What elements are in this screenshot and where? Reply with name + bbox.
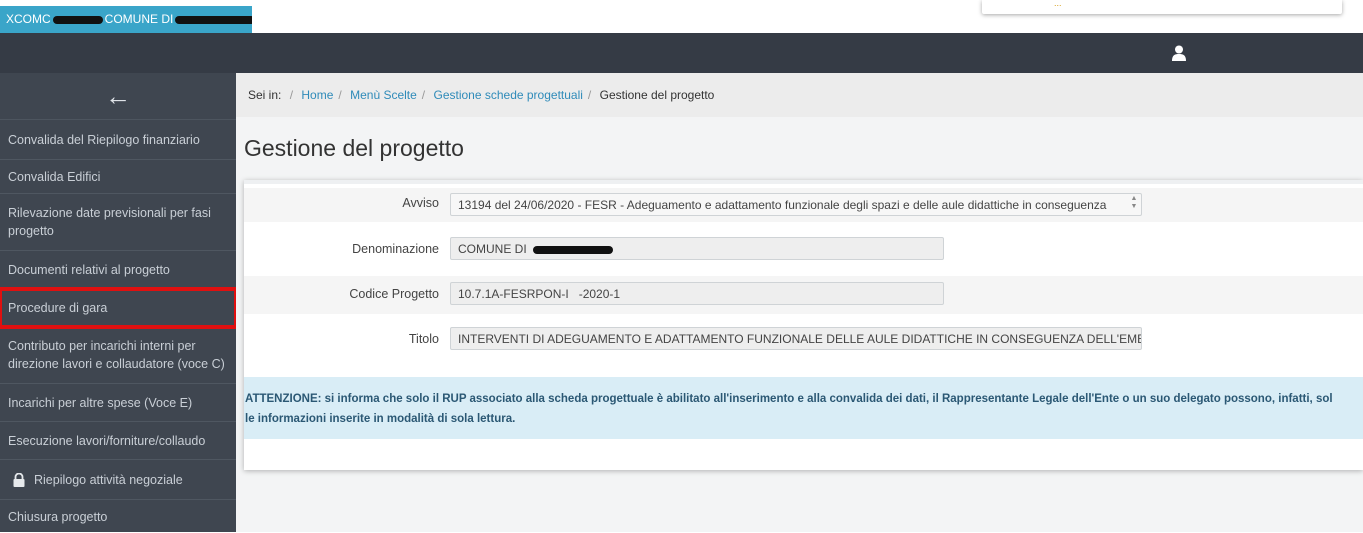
sidebar-item-label: Riepilogo attività negoziale — [34, 472, 183, 487]
titolo-label: Titolo — [408, 332, 439, 346]
school-tab[interactable]: XCOMC COMUNE DI — [0, 6, 252, 33]
codice-field[interactable]: 10.7.1A-FESRPON-I -2020-1 — [450, 282, 944, 305]
redaction — [52, 15, 103, 24]
breadcrumb-link-gestione-schede[interactable]: Gestione schede progettuali — [433, 88, 582, 102]
breadcrumb-link-home[interactable]: Home — [301, 88, 333, 102]
sidebar-item-label: Incarichi per altre spese (Voce E) — [8, 395, 193, 410]
avviso-label: Avviso — [402, 196, 439, 210]
denominazione-value: COMUNE DI — [458, 242, 527, 256]
floating-notice: ... — [982, 0, 1342, 14]
attention-alert: ATTENZIONE: si informa che solo il RUP a… — [244, 377, 1363, 439]
lock-icon — [13, 472, 25, 487]
sidebar-item-label: Procedure di gara — [8, 300, 108, 315]
project-panel: Avviso 13194 del 24/06/2020 - FESR - Ade… — [244, 180, 1363, 470]
arrow-left-icon[interactable]: ← — [0, 73, 236, 120]
sidebar-item-procedure-gara[interactable]: Procedure di gara — [0, 287, 238, 329]
avviso-value: 13194 del 24/06/2020 - FESR - Adeguament… — [458, 198, 1107, 212]
sidebar-item-chiusura-progetto[interactable]: Chiusura progetto — [0, 500, 236, 533]
sidebar-item-rilevazione-date[interactable]: Rilevazione date previsionali per fasi p… — [0, 194, 236, 251]
breadcrumb-current: Gestione del progetto — [599, 88, 715, 102]
alert-line-2: le informazioni inserite in modalità di … — [245, 413, 516, 425]
sidebar-item-convalida-riepilogo[interactable]: Convalida del Riepilogo finanziario — [0, 120, 236, 160]
sidebar-item-incarichi-altre-spese[interactable]: Incarichi per altre spese (Voce E) — [0, 384, 236, 422]
sidebar-item-label: Rilevazione date previsionali per fasi p… — [8, 206, 211, 238]
sidebar-item-documenti[interactable]: Documenti relativi al progetto — [0, 251, 236, 289]
form-row-titolo: Titolo INTERVENTI DI ADEGUAMENTO E ADATT… — [244, 324, 1363, 356]
avviso-field[interactable]: 13194 del 24/06/2020 - FESR - Adeguament… — [450, 193, 1142, 216]
page-title: Gestione del progetto — [244, 135, 464, 161]
sidebar-item-contributo-incarichi[interactable]: Contributo per incarichi interni per dir… — [0, 327, 236, 384]
codice-value: 10.7.1A-FESRPON-I -2020-1 — [458, 287, 621, 301]
sidebar-item-label: Documenti relativi al progetto — [8, 262, 170, 277]
denominazione-label: Denominazione — [352, 242, 439, 256]
top-strip: XCOMC COMUNE DI ... — [0, 0, 1363, 33]
sidebar-item-label: Convalida del Riepilogo finanziario — [8, 132, 200, 147]
school-name: COMUNE DI — [104, 12, 174, 26]
floating-notice-text: ... — [1054, 0, 1062, 8]
sidebar-item-convalida-edifici[interactable]: Convalida Edifici — [0, 160, 236, 194]
breadcrumb-prefix: Sei in: — [248, 88, 282, 102]
redaction — [175, 15, 252, 24]
panel-header — [244, 180, 1363, 184]
codice-label: Codice Progetto — [349, 287, 439, 301]
sidebar-item-label: Esecuzione lavori/forniture/collaudo — [8, 433, 206, 448]
form-row-denominazione: Denominazione COMUNE DI — [244, 234, 1363, 266]
form-row-codice: Codice Progetto 10.7.1A-FESRPON-I -2020-… — [244, 276, 1363, 314]
sidebar-item-riepilogo-attivita[interactable]: Riepilogo attività negoziale — [0, 460, 236, 500]
sidebar-item-label: Chiusura progetto — [8, 509, 108, 524]
sidebar-item-esecuzione-lavori[interactable]: Esecuzione lavori/forniture/collaudo — [0, 422, 236, 460]
sidebar-item-label: Contributo per incarichi interni per dir… — [8, 339, 225, 371]
resize-handle-icon[interactable]: ▲ ▼ — [1129, 195, 1139, 215]
sidebar-item-label: Convalida Edifici — [8, 169, 101, 184]
main-content: Sei in: / Home / Menù Scelte / Gestione sc… — [236, 73, 1363, 532]
redaction — [532, 245, 613, 254]
breadcrumb: Sei in: / Home / Menù Scelte / Gestione sc… — [236, 73, 1363, 117]
breadcrumb-link-menu-scelte[interactable]: Menù Scelte — [350, 88, 417, 102]
denominazione-field[interactable]: COMUNE DI — [450, 237, 944, 260]
school-code: XCOMC — [6, 12, 51, 26]
top-header — [0, 33, 1363, 73]
user-icon[interactable] — [1172, 45, 1186, 61]
titolo-field[interactable]: INTERVENTI DI ADEGUAMENTO E ADATTAMENTO … — [450, 327, 1142, 350]
form-row-avviso: Avviso 13194 del 24/06/2020 - FESR - Ade… — [244, 188, 1363, 222]
sidebar: ← Convalida del Riepilogo finanziario Co… — [0, 73, 238, 533]
titolo-value: INTERVENTI DI ADEGUAMENTO E ADATTAMENTO … — [458, 332, 1142, 346]
alert-line-1: ATTENZIONE: si informa che solo il RUP a… — [245, 393, 1333, 405]
